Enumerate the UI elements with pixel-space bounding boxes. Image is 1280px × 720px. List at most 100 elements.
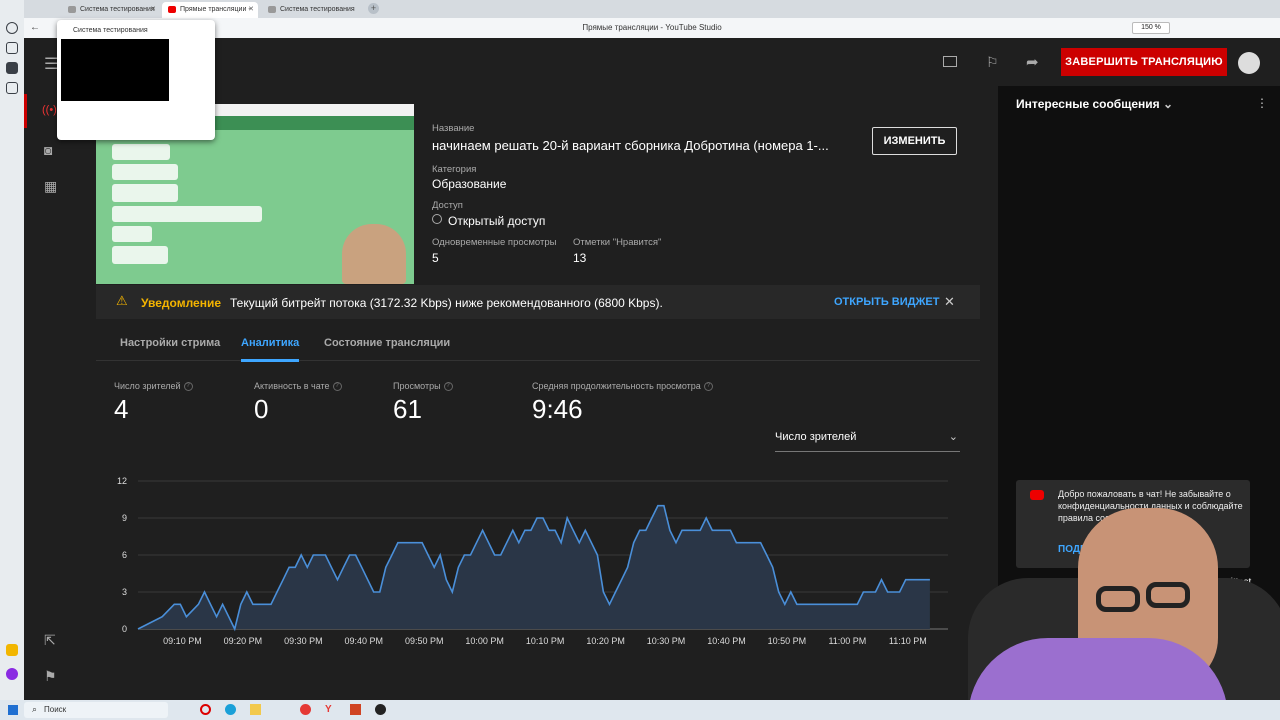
x-tick-label: 09:10 PM <box>163 636 202 646</box>
metric-value-viewers: 4 <box>114 394 129 424</box>
x-tick-label: 10:50 PM <box>768 636 807 646</box>
new-tab-icon[interactable]: + <box>368 3 379 14</box>
x-tick-label: 10:00 PM <box>465 636 504 646</box>
metric-label-text: Просмотры <box>393 381 441 391</box>
opera-icon[interactable] <box>200 704 211 715</box>
popup-thumbnail <box>61 39 169 101</box>
concurrent-value: 5 <box>432 251 439 265</box>
preview-message <box>112 144 170 160</box>
taskbar: ⌕ Поиск Y <box>0 700 1280 720</box>
help-icon[interactable]: ? <box>183 382 193 392</box>
page-icon <box>68 6 76 13</box>
help-icon[interactable]: ? <box>443 382 453 392</box>
open-widget-link[interactable]: ОТКРЫТЬ ВИДЖЕТ <box>834 296 939 308</box>
y-tick-label: 6 <box>122 550 127 560</box>
metric-value-duration: 9:46 <box>532 394 583 424</box>
close-icon[interactable]: ✕ <box>248 5 254 13</box>
youtube-icon <box>168 6 176 13</box>
bookmarks-icon[interactable] <box>6 42 18 54</box>
preview-message <box>112 246 168 264</box>
camera-icon[interactable]: ◙ <box>44 142 52 158</box>
globe-icon <box>432 214 442 224</box>
clapper-icon[interactable] <box>943 56 957 67</box>
notification-text: Текущий битрейт потока (3172.32 Kbps) ни… <box>230 296 663 310</box>
glasses-left <box>1096 586 1140 612</box>
close-icon[interactable]: ✕ <box>150 5 156 13</box>
downloads-icon[interactable] <box>6 82 18 94</box>
tab-analytics[interactable]: Аналитика <box>241 337 300 362</box>
preview-message <box>112 206 262 222</box>
yandex-browser-icon[interactable]: Y <box>325 704 332 715</box>
preview-message <box>112 226 152 242</box>
windows-icon[interactable] <box>8 705 18 715</box>
y-tick-label: 0 <box>122 624 127 634</box>
assistant-icon[interactable] <box>6 668 18 680</box>
chevron-down-icon: ⌄ <box>1162 97 1174 111</box>
metric-label-text: Средняя продолжительность просмотра <box>532 381 701 391</box>
feedback-icon[interactable]: ⚑ <box>44 668 57 685</box>
taskbar-search[interactable]: ⌕ Поиск <box>24 702 168 718</box>
chat-header[interactable]: Интересные сообщения ⌄ <box>1016 97 1173 111</box>
obs-icon[interactable] <box>375 704 386 715</box>
x-tick-label: 11:10 PM <box>889 636 927 646</box>
preview-webcam <box>342 224 406 284</box>
browser-tab-2[interactable]: Прямые трансляции - ✕ <box>162 2 258 18</box>
metric-label-duration: Средняя продолжительность просмотра? <box>532 381 713 392</box>
warning-icon: ⚠ <box>116 293 128 308</box>
zoom-indicator[interactable]: 150 % <box>1132 22 1170 34</box>
viewers-chart: 0 3 6 9 12 09:10 PM 09:20 PM 09:30 PM 09:40 PM 0… <box>117 476 948 646</box>
powerpoint-icon[interactable] <box>350 704 361 715</box>
tab-stream-health[interactable]: Состояние трансляции <box>324 337 450 349</box>
tab-label: Система тестирования <box>80 6 155 13</box>
avatar[interactable] <box>1238 52 1260 74</box>
help-icon[interactable]: ? <box>332 382 342 392</box>
tab-label: Система тестирования <box>280 6 355 13</box>
edit-button[interactable]: ИЗМЕНИТЬ <box>872 127 957 155</box>
share-icon[interactable]: ➦ <box>1026 53 1039 71</box>
close-icon[interactable]: ✕ <box>944 294 955 310</box>
extension-icon[interactable] <box>6 644 18 656</box>
likes-label: Отметки "Нравится" <box>573 237 662 248</box>
more-icon[interactable]: ⋮ <box>1256 96 1268 110</box>
external-link-icon[interactable]: ⇱ <box>44 632 56 649</box>
preview-message <box>112 184 178 202</box>
stream-access: Открытый доступ <box>448 214 546 228</box>
metric-dropdown[interactable]: Число зрителей ⌄ <box>775 430 960 452</box>
help-icon[interactable]: ? <box>703 382 713 392</box>
metric-value-chat: 0 <box>254 394 269 424</box>
browser-tab-3[interactable]: Система тестирования <box>262 2 360 18</box>
category-label: Категория <box>432 164 477 175</box>
folder-icon[interactable] <box>250 704 261 715</box>
y-tick-label: 9 <box>122 513 127 523</box>
stream-category: Образование <box>432 177 507 191</box>
browser-tab-1[interactable]: Система тестирования ✕ <box>62 2 160 18</box>
end-stream-button[interactable]: ЗАВЕРШИТЬ ТРАНСЛЯЦИЮ <box>1061 48 1227 76</box>
metric-label-text: Число зрителей <box>114 381 181 391</box>
y-tick-label: 12 <box>117 476 127 486</box>
chat-header-label: Интересные сообщения <box>1016 97 1160 111</box>
concurrent-label: Одновременные просмотры <box>432 237 557 248</box>
history-icon[interactable] <box>6 22 18 34</box>
taskbar-search-label: Поиск <box>44 705 67 714</box>
chevron-down-icon: ⌄ <box>948 431 958 443</box>
browser-sidebar <box>0 0 24 700</box>
x-tick-label: 10:40 PM <box>707 636 746 646</box>
x-tick-label: 11:00 PM <box>828 636 866 646</box>
tab-stream-settings[interactable]: Настройки стрима <box>120 337 220 349</box>
messenger-icon[interactable] <box>6 62 18 74</box>
webcam-overlay <box>938 488 1280 720</box>
metric-value-views: 61 <box>393 394 422 424</box>
rail-active-indicator <box>24 94 27 128</box>
analytics-tabs: Настройки стрима Аналитика Состояние тра… <box>96 327 980 362</box>
x-tick-label: 10:30 PM <box>647 636 686 646</box>
metric-label-viewers: Число зрителей? <box>114 381 193 392</box>
calendar-icon[interactable]: ▦ <box>44 178 57 195</box>
title-label: Название <box>432 123 475 134</box>
glasses-right <box>1146 582 1190 608</box>
bookmark-icon[interactable]: ⚐ <box>986 54 999 71</box>
edge-icon[interactable] <box>225 704 236 715</box>
yandex-icon[interactable] <box>300 704 311 715</box>
search-icon: ⌕ <box>32 704 38 714</box>
metric-label-text: Активность в чате <box>254 381 330 391</box>
metric-label-chat: Активность в чате? <box>254 381 342 392</box>
